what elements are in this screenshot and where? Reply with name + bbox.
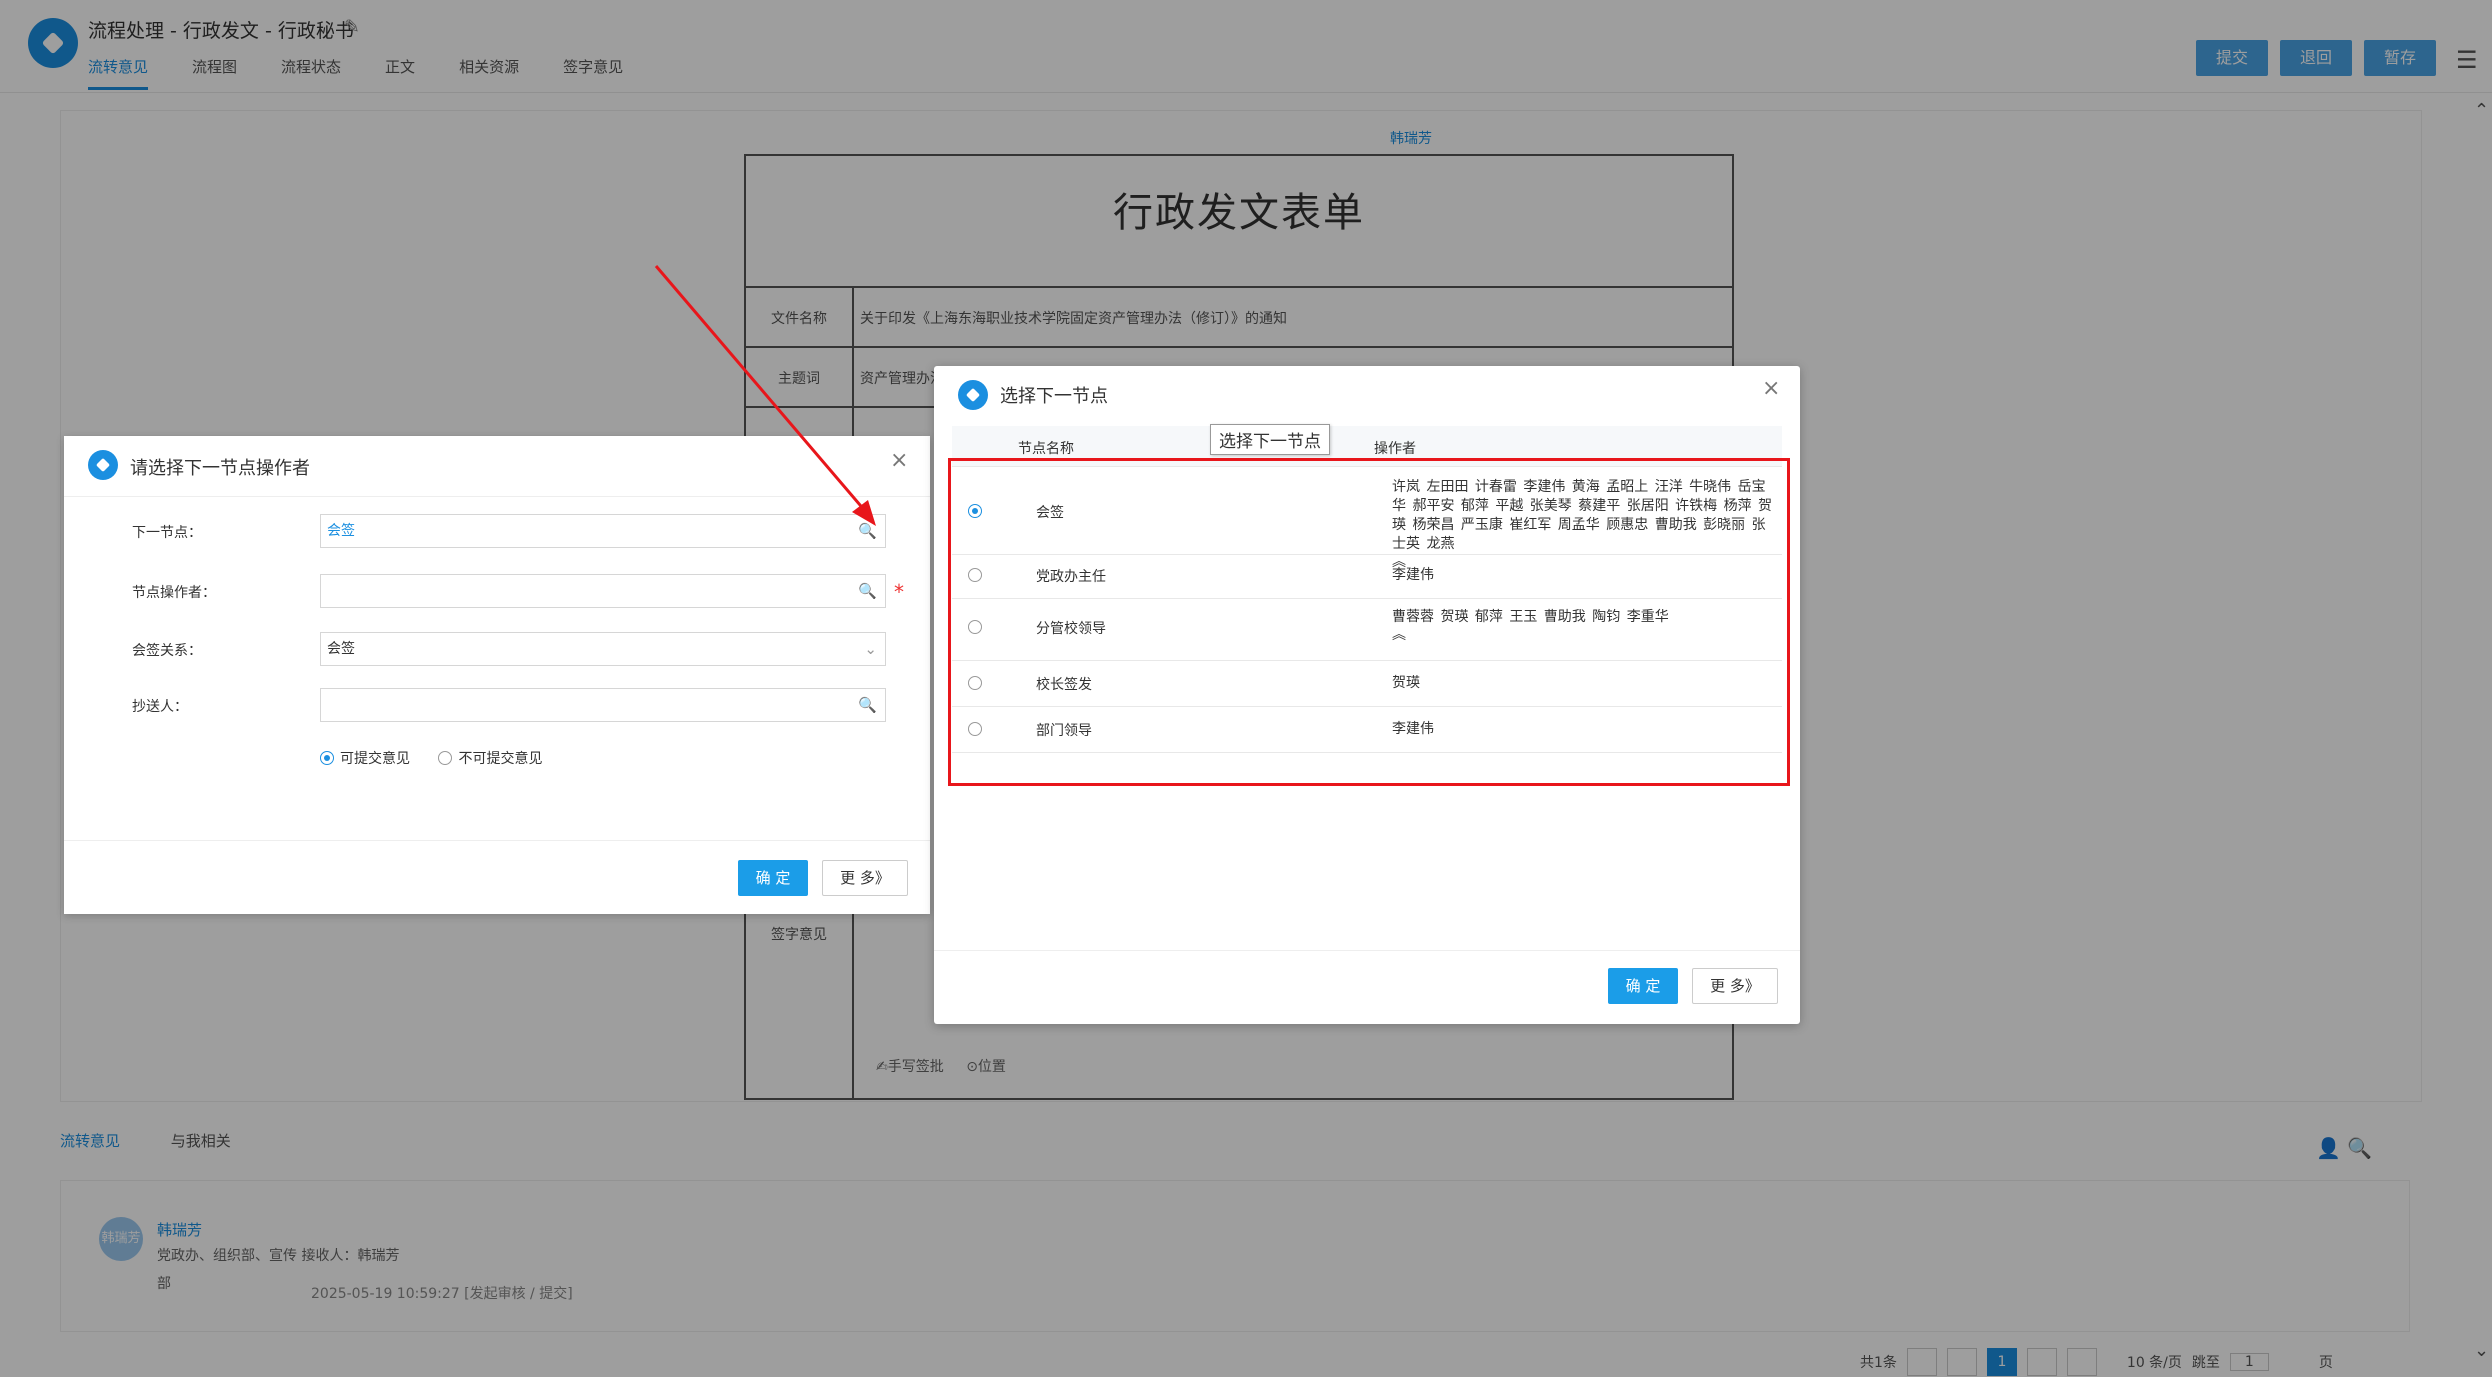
close-icon[interactable]: × bbox=[890, 448, 908, 473]
search-icon[interactable]: 🔍 bbox=[858, 575, 877, 607]
footer-divider bbox=[934, 950, 1800, 951]
column-node-name: 节点名称 bbox=[1018, 441, 1074, 457]
radio-label: 可提交意见 bbox=[340, 751, 410, 767]
confirm-button[interactable]: 确 定 bbox=[1608, 968, 1678, 1004]
more-button[interactable]: 更 多》 bbox=[822, 860, 908, 896]
radio-label: 不可提交意见 bbox=[458, 751, 543, 767]
opinion-options: 可提交意见 不可提交意见 bbox=[320, 748, 566, 768]
footer-divider bbox=[64, 840, 930, 841]
select-next-node-dialog: 选择下一节点 × 节点名称 操作者 选择下一节点 会签 许岚 左田田 计春雷 李… bbox=[934, 366, 1800, 1024]
next-node-label: 下一节点： bbox=[132, 525, 202, 541]
chevron-down-icon: ⌄ bbox=[864, 640, 877, 658]
search-icon[interactable]: 🔍 bbox=[858, 689, 877, 721]
countersign-relation-select[interactable]: 会签 ⌄ bbox=[320, 632, 886, 666]
more-button[interactable]: 更 多》 bbox=[1692, 968, 1778, 1004]
dialog-logo-icon bbox=[88, 450, 118, 480]
select-operator-dialog: 请选择下一节点操作者 × 下一节点： 会签 🔍 节点操作者： 🔍 * 会签关系： … bbox=[64, 436, 930, 914]
close-icon[interactable]: × bbox=[1762, 376, 1780, 401]
cc-label: 抄送人： bbox=[132, 699, 188, 715]
dialog-title: 请选择下一节点操作者 bbox=[130, 458, 310, 479]
node-operator-label: 节点操作者： bbox=[132, 585, 216, 601]
search-icon[interactable]: 🔍 bbox=[858, 515, 877, 547]
tooltip: 选择下一节点 bbox=[1210, 424, 1330, 455]
dialog-header: 请选择下一节点操作者 × bbox=[64, 436, 930, 497]
next-node-input[interactable]: 会签 🔍 bbox=[320, 514, 886, 548]
radio-cannot-submit[interactable] bbox=[438, 751, 453, 765]
countersign-relation-label: 会签关系： bbox=[132, 643, 202, 659]
confirm-button[interactable]: 确 定 bbox=[738, 860, 808, 896]
dialog-logo-icon bbox=[958, 380, 988, 410]
highlight-box bbox=[948, 458, 1790, 786]
column-operators: 操作者 bbox=[1374, 441, 1416, 457]
dialog-title: 选择下一节点 bbox=[1000, 386, 1108, 407]
node-operator-input[interactable]: 🔍 bbox=[320, 574, 886, 608]
radio-can-submit[interactable] bbox=[320, 751, 334, 765]
cc-input[interactable]: 🔍 bbox=[320, 688, 886, 722]
required-marker: * bbox=[894, 580, 904, 604]
